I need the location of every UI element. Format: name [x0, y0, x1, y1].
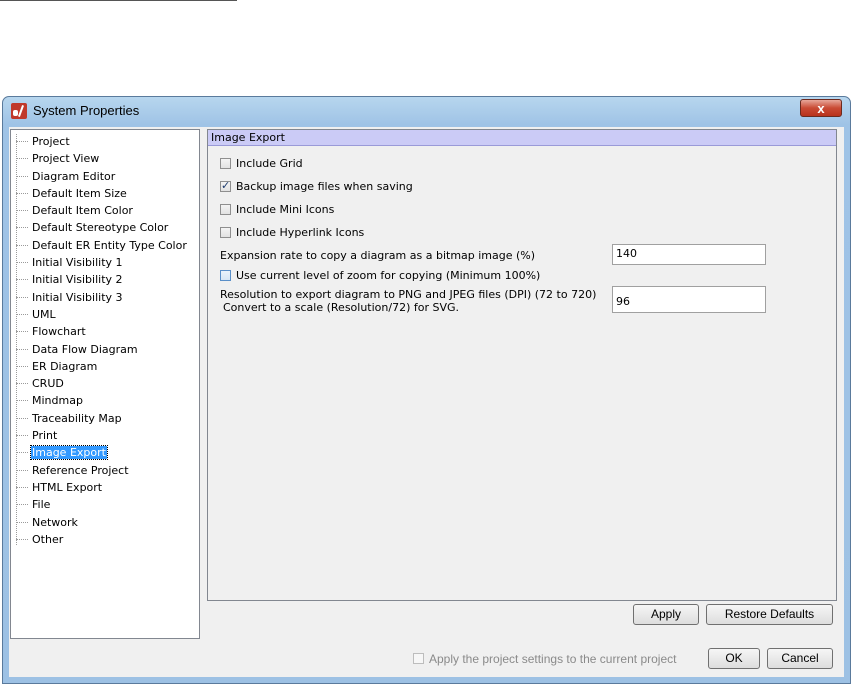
backup-images-label: Backup image files when saving [236, 180, 413, 193]
tree-item-label: Default Item Color [32, 204, 133, 218]
use-zoom-checkbox[interactable] [220, 269, 231, 281]
tree-item[interactable]: Initial Visibility 3 [11, 289, 199, 306]
tree-item[interactable]: Flowchart [11, 323, 199, 340]
dialog-footer: Apply the project settings to the curren… [9, 645, 844, 677]
tree-item[interactable]: CRUD [11, 375, 199, 392]
tree-item[interactable]: Default Item Size [11, 185, 199, 202]
tree-item[interactable]: Initial Visibility 1 [11, 254, 199, 271]
tree-item-label: Network [32, 515, 78, 529]
include-grid-checkbox[interactable] [220, 157, 231, 169]
tree-item[interactable]: File [11, 496, 199, 513]
resolution-label: Resolution to export diagram to PNG and … [220, 288, 596, 314]
tree-item[interactable]: Network [11, 514, 199, 531]
resolution-input[interactable]: 96 [612, 286, 766, 313]
apply-project-settings-label: Apply the project settings to the curren… [429, 652, 677, 666]
tree-item-label: Mindmap [32, 394, 83, 408]
tree-item-label: Flowchart [32, 325, 86, 339]
tree-item-label: CRUD [32, 377, 64, 391]
apply-project-settings-checkbox[interactable] [413, 653, 424, 665]
use-zoom-label: Use current level of zoom for copying (M… [236, 269, 541, 282]
tree-item-label: Initial Visibility 2 [32, 273, 123, 287]
tree-item[interactable]: Default Item Color [11, 202, 199, 219]
tree-item-label: UML [32, 307, 56, 321]
tree-item-label: Default Item Size [32, 186, 127, 200]
tree-item-label: Data Flow Diagram [32, 342, 138, 356]
backup-images-row[interactable]: Backup image files when saving [220, 178, 413, 195]
tree-item-label: Default ER Entity Type Color [32, 238, 187, 252]
include-mini-icons-label: Include Mini Icons [236, 203, 335, 216]
restore-defaults-button[interactable]: Restore Defaults [706, 604, 833, 625]
panel-header: Image Export [208, 130, 836, 146]
title-bar: System Properties x [3, 97, 850, 125]
window-title: System Properties [33, 103, 140, 118]
tree-item[interactable]: Project [11, 133, 199, 150]
tree-item-label: ER Diagram [32, 359, 98, 373]
tree-item[interactable]: Project View [11, 150, 199, 167]
tree-item-label: Reference Project [32, 463, 129, 477]
tree-item[interactable]: Image Export [11, 444, 199, 461]
apply-project-settings-row[interactable]: Apply the project settings to the curren… [413, 652, 676, 666]
tree-item-label: Image Export [30, 445, 108, 461]
tree-item[interactable]: Mindmap [11, 392, 199, 409]
include-mini-icons-row[interactable]: Include Mini Icons [220, 202, 334, 218]
include-hyperlink-icons-checkbox[interactable] [220, 226, 231, 238]
include-grid-row[interactable]: Include Grid [220, 156, 303, 172]
expansion-rate-label: Expansion rate to copy a diagram as a bi… [220, 249, 536, 262]
tree-item[interactable]: UML [11, 306, 199, 323]
tree-item-label: Initial Visibility 3 [32, 290, 123, 304]
tree-item-label: Project View [32, 152, 100, 166]
tree-item-label: HTML Export [32, 480, 103, 494]
tree-item[interactable]: HTML Export [11, 479, 199, 496]
settings-panel: Image Export Include Grid Backup image f… [207, 129, 837, 601]
resolution-label-line2: Convert to a scale (Resolution/72) for S… [223, 301, 460, 314]
tree-item[interactable]: Default Stereotype Color [11, 219, 199, 236]
tree-item[interactable]: Diagram Editor [11, 168, 199, 185]
tree-item-label: Default Stereotype Color [32, 221, 169, 235]
tree-item-label: File [32, 498, 51, 512]
use-zoom-row[interactable]: Use current level of zoom for copying (M… [220, 268, 540, 284]
include-mini-icons-checkbox[interactable] [220, 203, 231, 215]
top-rule [0, 0, 237, 1]
category-tree[interactable]: Project Project View Diagram Editor Default… [10, 129, 200, 639]
app-icon [11, 103, 27, 119]
ok-button[interactable]: OK [708, 648, 760, 669]
tree-item-label: Other [32, 532, 64, 546]
tree-item-label: Print [32, 429, 58, 443]
dialog-client-area: Project Project View Diagram Editor Default… [9, 127, 844, 677]
close-button[interactable]: x [800, 99, 842, 117]
include-hyperlink-icons-label: Include Hyperlink Icons [236, 226, 365, 239]
tree-item[interactable]: Print [11, 427, 199, 444]
tree-item[interactable]: Reference Project [11, 462, 199, 479]
apply-button[interactable]: Apply [633, 604, 699, 625]
tree-item[interactable]: ER Diagram [11, 358, 199, 375]
expansion-rate-input[interactable]: 140 [612, 244, 766, 265]
tree-item[interactable]: Traceability Map [11, 410, 199, 427]
resolution-label-line1: Resolution to export diagram to PNG and … [220, 288, 597, 301]
tree-item[interactable]: Data Flow Diagram [11, 341, 199, 358]
cancel-button[interactable]: Cancel [767, 648, 833, 669]
tree-item-label: Traceability Map [32, 411, 122, 425]
include-grid-label: Include Grid [236, 157, 303, 170]
tree-item[interactable]: Default ER Entity Type Color [11, 237, 199, 254]
tree-item[interactable]: Initial Visibility 2 [11, 271, 199, 288]
tree-item-label: Project [32, 135, 70, 148]
include-hyperlink-icons-row[interactable]: Include Hyperlink Icons [220, 225, 364, 241]
tree-item-label: Diagram Editor [32, 169, 116, 183]
tree-item[interactable]: Other [11, 531, 199, 548]
tree-item-label: Initial Visibility 1 [32, 256, 123, 270]
backup-images-checkbox[interactable] [220, 178, 231, 194]
system-properties-dialog: System Properties x Project Project View D… [2, 96, 851, 684]
